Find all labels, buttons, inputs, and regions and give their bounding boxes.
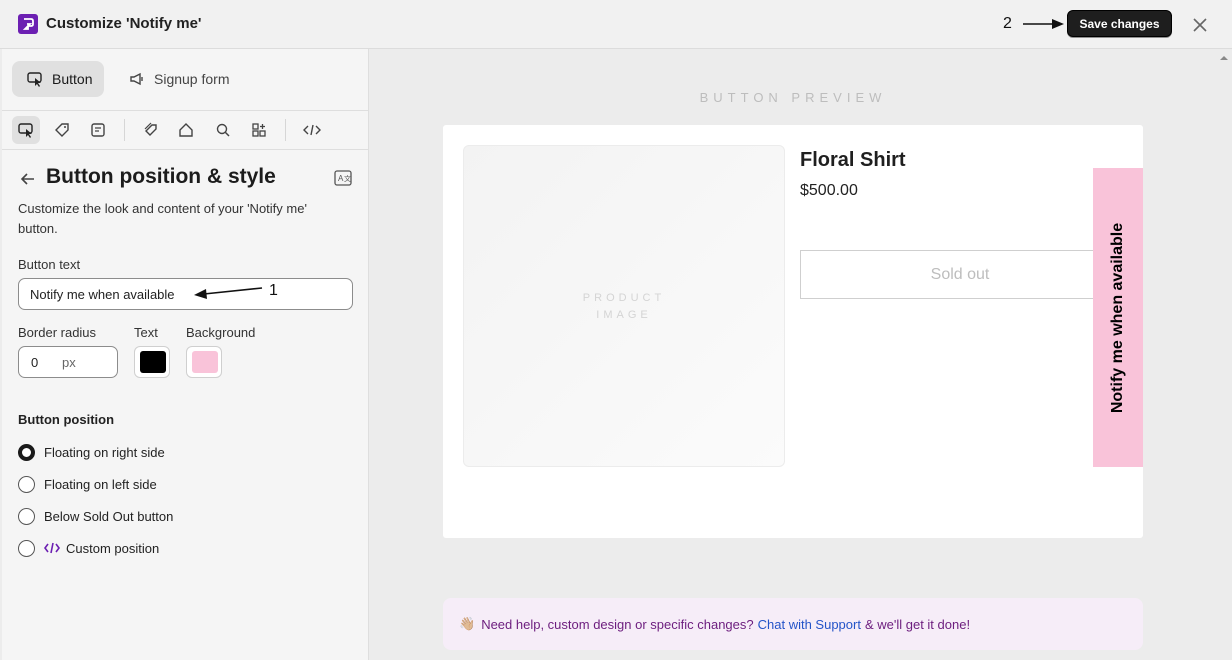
text-color-picker[interactable] [134,346,170,378]
app-window: Customize 'Notify me' 2 Save changes But… [0,0,1232,660]
product-image-text: PRODUCT IMAGE [464,290,784,324]
sold-out-button: Sold out [800,250,1120,299]
close-icon[interactable] [1190,15,1210,35]
border-radius-input[interactable]: 0 px [18,346,118,378]
position-option-custom[interactable]: Custom position [18,537,159,559]
position-option-floating-right[interactable]: Floating on right side [18,441,165,463]
tab-button[interactable]: Button [12,61,104,97]
border-radius-label: Border radius [18,325,97,340]
position-option-label: Floating on left side [44,476,157,492]
radio-unchecked[interactable] [18,475,35,493]
window-title: Customize 'Notify me' [46,15,202,32]
position-option-label: Custom position [66,540,160,556]
background-color-swatch [192,351,218,373]
help-banner: 👋🏼 Need help, custom design or specific … [443,598,1143,650]
notify-me-floating-button[interactable]: Notify me when available [1093,168,1143,467]
button-settings-icon[interactable] [12,116,40,144]
megaphone-icon [130,72,143,86]
background-color-picker[interactable] [186,346,222,378]
product-image-text-line: IMAGE [596,309,652,321]
position-option-label-wrap: Custom position [44,541,159,556]
price-tag-icon[interactable] [137,116,165,144]
wave-emoji-icon: 👋🏼 [459,616,476,631]
tab-button-label: Button [52,71,93,87]
notify-me-label: Notify me when available [1109,222,1126,414]
cursor-click-icon [27,72,42,87]
product-title: Floral Shirt [800,149,906,171]
help-text-end: & we'll get it done! [864,616,971,632]
chat-support-link[interactable]: Chat with Support [758,617,861,632]
product-image-text-line: PRODUCT [582,292,666,304]
position-option-below-sold-out[interactable]: Below Sold Out button [18,505,173,527]
preview-label: BUTTON PREVIEW [699,90,887,105]
help-text: Need help, custom design or specific cha… [481,616,754,632]
tag-icon[interactable] [48,116,76,144]
button-position-title: Button position [18,412,115,427]
search-icon[interactable] [209,116,237,144]
note-icon[interactable] [84,116,112,144]
save-changes-button[interactable]: Save changes [1067,10,1172,37]
tab-signup-form-label: Signup form [154,71,230,87]
text-color-label: Text [134,325,158,340]
divider [2,149,369,150]
home-icon[interactable] [172,116,200,144]
annotation-arrow-icon [1023,19,1064,29]
product-preview-card: PRODUCT IMAGE Floral Shirt $500.00 Sold … [443,125,1143,538]
radio-unchecked[interactable] [18,539,35,557]
toolbar-separator [285,119,286,141]
annotation-number-1: 1 [269,282,278,299]
radio-unchecked[interactable] [18,507,35,525]
annotation-number-2: 2 [1003,15,1012,32]
panel-description: Customize the look and content of your '… [18,201,307,236]
toolbar-separator [124,119,125,141]
position-option-label: Floating on right side [44,444,165,460]
panel-heading: Button position & style [46,165,276,188]
header-bar: Customize 'Notify me' 2 Save changes [0,0,1232,49]
back-arrow-icon[interactable] [18,170,38,188]
product-price: $500.00 [800,182,858,199]
translate-icon[interactable]: A文 [333,168,353,188]
annotation-arrow-icon [194,287,263,299]
svg-text:文: 文 [344,174,351,183]
background-color-label: Background [186,325,256,340]
product-image-placeholder: PRODUCT IMAGE [463,145,785,467]
position-option-label: Below Sold Out button [44,508,174,524]
position-option-floating-left[interactable]: Floating on left side [18,473,157,495]
scroll-up-arrow-icon[interactable] [1216,52,1232,64]
code-icon [44,542,60,554]
code-icon[interactable] [298,116,326,144]
border-radius-unit: px [62,355,76,370]
settings-panel: Button Signup form Button position & sty… [2,49,369,660]
border-radius-value: 0 [31,355,39,370]
radio-checked[interactable] [18,443,35,461]
tab-signup-form[interactable]: Signup form [114,61,234,97]
apps-grid-icon[interactable] [245,116,273,144]
button-text-input[interactable] [18,278,353,310]
divider [2,110,369,111]
text-color-swatch [140,351,166,373]
app-logo-icon [18,14,38,34]
button-text-label: Button text [18,257,81,272]
scrollbar[interactable] [1216,49,1232,660]
